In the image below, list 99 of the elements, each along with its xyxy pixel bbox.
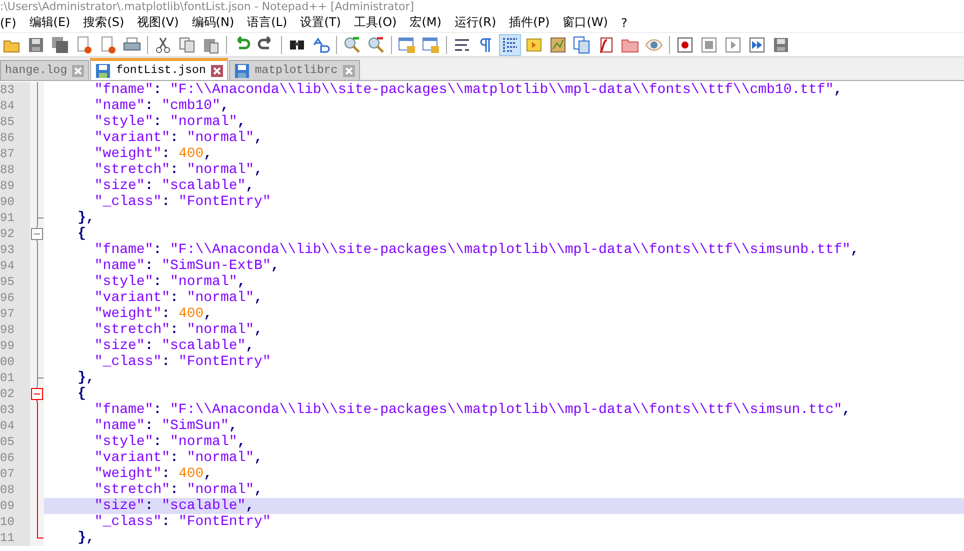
line-number: 10: [0, 514, 30, 530]
play-icon: [724, 36, 742, 54]
code-line: "stretch": "normal",: [93, 482, 264, 498]
line-number: 99: [0, 338, 30, 354]
line-number: 07: [0, 466, 30, 482]
line-number: 02: [0, 386, 30, 402]
line-number: 89: [0, 178, 30, 194]
code-line: "weight": 400,: [93, 466, 214, 482]
line-number: 95: [0, 274, 30, 290]
line-number: 93: [0, 242, 30, 258]
code-line: "_class": "FontEntry": [93, 194, 272, 210]
line-number: 90: [0, 194, 30, 210]
line-number: 97: [0, 306, 30, 322]
line-number: 00: [0, 354, 30, 370]
menu-item[interactable]: 宏(M): [410, 14, 442, 31]
line-number: 98: [0, 322, 30, 338]
code-line: "weight": 400,: [93, 146, 214, 162]
menu-item[interactable]: 编辑(E): [29, 14, 70, 31]
code-line: },: [76, 370, 96, 386]
line-number: 84: [0, 98, 30, 114]
code-line: "_class": "FontEntry": [93, 354, 272, 370]
fast-forward-icon: [748, 36, 766, 54]
code-line: "variant": "normal",: [93, 450, 264, 466]
code-line: {: [76, 386, 88, 402]
toolbar-button[interactable]: [499, 34, 521, 56]
document-list-icon: [573, 36, 591, 54]
zoom-out-icon: [367, 36, 385, 54]
menu-item[interactable]: 视图(V): [137, 14, 179, 31]
fold-end-marker: [36, 210, 44, 226]
zoom-in-icon: [343, 36, 361, 54]
window-title: :\Users\Administrator\.matplotlib\fontList.json - Notepad++ [Administrator]: [0, 0, 414, 13]
code-line: "name": "SimSun",: [93, 418, 238, 434]
code-line: },: [76, 210, 96, 226]
menu-item[interactable]: 窗口(W): [562, 14, 608, 31]
line-number: 01: [0, 370, 30, 386]
code-line: "style": "normal",: [93, 114, 247, 130]
code-line: "stretch": "normal",: [93, 322, 264, 338]
code-line: "style": "normal",: [93, 274, 247, 290]
line-number: 91: [0, 210, 30, 226]
stop-icon: [700, 36, 718, 54]
line-number: 96: [0, 290, 30, 306]
menu-item[interactable]: ?: [620, 16, 628, 30]
code-line: "variant": "normal",: [93, 130, 264, 146]
close-all-icon: [99, 36, 117, 54]
menu-item[interactable]: 编码(N): [192, 14, 234, 31]
file-tab[interactable]: matplotlibrc: [228, 60, 360, 80]
line-number: 88: [0, 162, 30, 178]
save-macro-icon: [772, 36, 790, 54]
line-number: 11: [0, 530, 30, 546]
code-line: "size": "scalable",: [93, 178, 256, 194]
menu-item[interactable]: 搜索(S): [83, 14, 124, 31]
print-icon: [123, 36, 141, 54]
line-number: 09: [0, 498, 30, 514]
cut-icon: [154, 36, 172, 54]
code-line: "weight": 400,: [93, 306, 214, 322]
code-line: {: [76, 226, 88, 242]
menu-item[interactable]: 工具(O): [354, 14, 397, 31]
code-line: "variant": "normal",: [93, 290, 264, 306]
code-line: "size": "scalable",: [93, 338, 256, 354]
code-line: "name": "SimSun-ExtB",: [93, 258, 280, 274]
map-icon: [549, 36, 567, 54]
line-number: 05: [0, 434, 30, 450]
code-line: "name": "cmb10",: [93, 98, 230, 114]
code-line: "fname": "F:\\Anaconda\\lib\\site-packages\\matplotlib\\mpl-data\\fonts\\ttf\\simsunb.ttf",: [93, 242, 860, 258]
line-number: 04: [0, 418, 30, 434]
close-icon[interactable]: [72, 64, 84, 76]
fold-end-marker: [36, 370, 44, 386]
find-icon: [290, 40, 304, 50]
indent-guide-icon: [501, 36, 519, 54]
code-line: "style": "normal",: [93, 434, 247, 450]
close-icon[interactable]: [342, 64, 355, 76]
code-line: "fname": "F:\\Anaconda\\lib\\site-packages\\matplotlib\\mpl-data\\fonts\\ttf\\simsun.ttc",: [93, 402, 852, 418]
save-icon: [27, 36, 45, 54]
menu-item[interactable]: 设置(T): [300, 14, 341, 31]
menu-item[interactable]: 插件(P): [509, 14, 550, 31]
fold-end-marker: [36, 530, 44, 539]
line-number: 85: [0, 114, 30, 130]
line-number: 83: [0, 82, 30, 98]
code-line: "fname": "F:\\Anaconda\\lib\\site-packages\\matplotlib\\mpl-data\\fonts\\ttf\\cmb10.ttf",: [93, 82, 844, 98]
line-number: 94: [0, 258, 30, 274]
file-tab[interactable]: fontList.json: [90, 58, 228, 80]
code-line: "stretch": "normal",: [93, 162, 264, 178]
menu-item[interactable]: 运行(R): [454, 14, 496, 31]
file-tab[interactable]: hange.log: [0, 60, 90, 80]
menu-item[interactable]: 语言(L): [247, 14, 288, 31]
line-number: 92: [0, 226, 30, 242]
code-line: },: [76, 530, 96, 546]
line-number: 86: [0, 130, 30, 146]
copy-icon: [178, 36, 196, 54]
code-line: "_class": "FontEntry": [93, 514, 272, 530]
line-number: 03: [0, 402, 30, 418]
line-number: 08: [0, 482, 30, 498]
close-file-icon: [75, 36, 93, 54]
line-number: 87: [0, 146, 30, 162]
close-icon[interactable]: [210, 64, 223, 76]
record-icon: [676, 36, 694, 54]
replace-icon: [312, 36, 330, 54]
line-number: 06: [0, 450, 30, 466]
menu-item[interactable]: (F): [0, 16, 16, 30]
